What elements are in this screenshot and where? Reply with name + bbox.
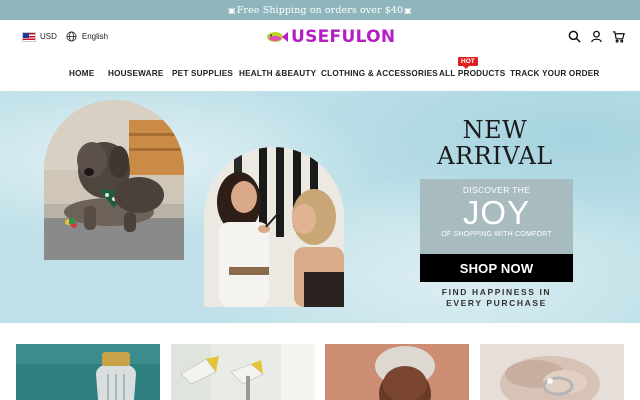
language-selector[interactable]: English xyxy=(82,32,108,41)
category-tiles xyxy=(0,344,640,400)
nav-home[interactable]: HOME xyxy=(69,69,94,78)
user-icon[interactable] xyxy=(590,30,604,44)
nav-pet-supplies[interactable]: PET SUPPLIES xyxy=(172,69,233,78)
nav-health-beauty[interactable]: HEALTH &BEAUTY xyxy=(239,69,316,78)
category-tile-beauty[interactable] xyxy=(325,344,469,400)
nav-houseware[interactable]: HOUSEWARE xyxy=(108,69,163,78)
tagline-line1: FIND HAPPINESS IN xyxy=(441,287,552,297)
cart-icon[interactable] xyxy=(612,30,626,44)
hero-headline: NEW ARRIVAL xyxy=(420,117,570,169)
headline-line2: ARRIVAL xyxy=(437,142,553,170)
announcement-text: Free Shipping on orders over $40 xyxy=(236,4,404,16)
us-flag-icon[interactable] xyxy=(22,31,36,42)
tagline-line2: EVERY PURCHASE xyxy=(446,298,547,308)
nav-track-order[interactable]: TRACK YOUR ORDER xyxy=(510,69,599,78)
nav-all-products[interactable]: ALL PRODUCTS xyxy=(439,69,505,78)
category-tile-health[interactable] xyxy=(171,344,315,400)
currency-selector[interactable]: USD xyxy=(40,32,57,41)
box-glyph-left: ▣ xyxy=(228,5,236,15)
nav-clothing-accessories[interactable]: CLOTHING & ACCESSORIES xyxy=(321,69,438,78)
promo-bottom-text: OF SHOPPING WITH COMFORT xyxy=(441,231,552,238)
globe-icon[interactable] xyxy=(66,31,77,42)
brand-name: USEFULON xyxy=(291,27,396,47)
box-glyph-right: ▣ xyxy=(404,5,412,15)
site-header: USD English USEFULON xyxy=(0,20,640,58)
search-icon[interactable] xyxy=(568,30,582,44)
fish-logo-icon xyxy=(266,30,288,44)
hero-banner[interactable]: NEW ARRIVAL DISCOVER THE JOY OF SHOPPING… xyxy=(0,91,640,323)
category-tile-houseware[interactable] xyxy=(16,344,160,400)
locale-selector[interactable]: USD English xyxy=(22,31,108,42)
brand-logo[interactable]: USEFULON xyxy=(266,27,395,47)
makeup-photo xyxy=(204,147,344,307)
main-nav: HOME HOUSEWARE PET SUPPLIES HEALTH &BEAU… xyxy=(0,57,640,90)
shop-now-button[interactable]: SHOP NOW xyxy=(420,254,573,282)
header-actions xyxy=(568,30,626,44)
promo-main-text: JOY xyxy=(462,194,531,231)
promo-box: DISCOVER THE JOY OF SHOPPING WITH COMFOR… xyxy=(420,179,573,254)
hot-badge: HOT xyxy=(458,57,478,69)
category-tile-accessories[interactable] xyxy=(480,344,624,400)
hero-tagline: FIND HAPPINESS IN EVERY PURCHASE xyxy=(420,287,573,309)
dog-photo xyxy=(44,100,184,260)
headline-line1: NEW xyxy=(462,116,528,144)
announcement-bar: ▣ Free Shipping on orders over $40 ▣ xyxy=(0,0,640,20)
